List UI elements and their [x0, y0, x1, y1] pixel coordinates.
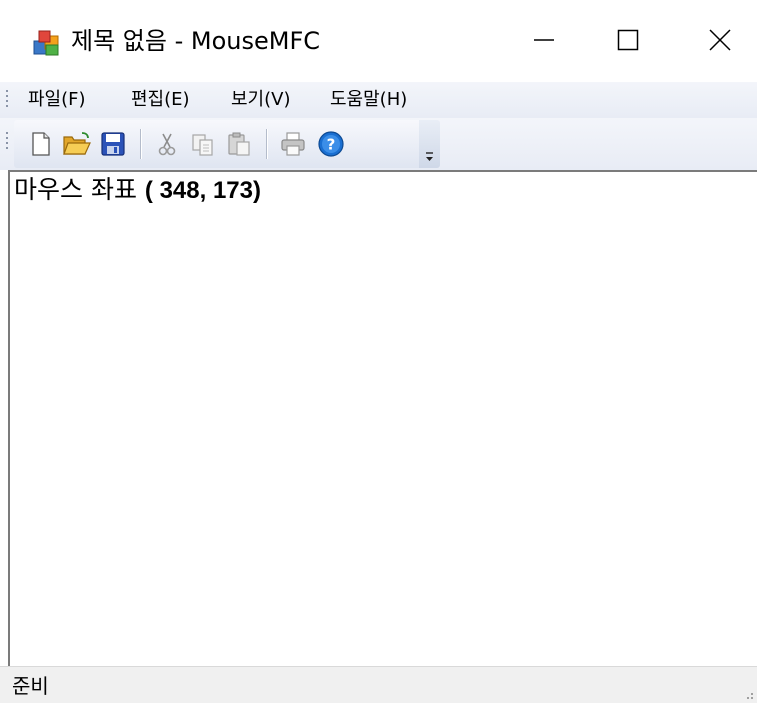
toolbar-row: ?: [0, 118, 757, 170]
maximize-button[interactable]: [598, 14, 658, 66]
mfc-app-icon: [33, 30, 59, 56]
paste-icon: [228, 132, 250, 156]
menu-bar: 파일(F) 편집(E) 보기(V) 도움말(H): [0, 82, 757, 118]
save-icon: [101, 132, 125, 156]
new-document-icon: [32, 132, 50, 156]
toolbar-separator: [140, 129, 141, 159]
cut-button[interactable]: [150, 126, 184, 162]
menu-view[interactable]: 보기(V): [231, 82, 290, 118]
print-icon: [281, 132, 305, 156]
cut-icon: [158, 133, 176, 156]
mouse-coordinate-readout: 마우스 좌표 ( 348, 173): [14, 174, 261, 207]
maximize-icon: [617, 29, 639, 51]
minimize-icon: [534, 39, 554, 41]
print-button[interactable]: [276, 126, 310, 162]
menu-help[interactable]: 도움말(H): [330, 82, 407, 118]
close-button[interactable]: [690, 14, 750, 66]
window-title: 제목 없음 - MouseMFC: [71, 27, 321, 55]
close-icon: [709, 29, 731, 51]
menu-edit[interactable]: 편집(E): [131, 82, 190, 118]
menu-file[interactable]: 파일(F): [28, 82, 86, 118]
copy-button[interactable]: [186, 126, 220, 162]
app-window: 제목 없음 - MouseMFC 파일(F) 편집(E) 보기(V) 도움말(H…: [0, 0, 757, 703]
resize-grip-icon[interactable]: [741, 687, 755, 701]
title-bar[interactable]: 제목 없음 - MouseMFC: [0, 0, 757, 82]
toolbar-separator: [266, 129, 267, 159]
help-button[interactable]: ?: [314, 126, 348, 162]
status-bar: 준비: [0, 666, 757, 703]
coord-label: 마우스 좌표: [14, 175, 137, 204]
view-area[interactable]: 마우스 좌표 ( 348, 173): [8, 170, 757, 666]
new-button[interactable]: [24, 126, 58, 162]
help-icon: ?: [318, 131, 344, 157]
standard-toolbar: ?: [14, 120, 438, 168]
menubar-grip[interactable]: [6, 90, 9, 110]
status-text: 준비: [12, 674, 49, 698]
toolbar-overflow-button[interactable]: [419, 120, 440, 168]
toolbar-grip[interactable]: [6, 132, 9, 152]
chevron-down-icon: [426, 152, 433, 161]
svg-text:?: ?: [327, 136, 336, 154]
minimize-button[interactable]: [514, 14, 574, 66]
save-button[interactable]: [96, 126, 130, 162]
copy-icon: [192, 134, 213, 156]
coord-value: ( 348, 173): [144, 177, 261, 204]
open-button[interactable]: [60, 126, 94, 162]
open-folder-icon: [63, 132, 91, 155]
paste-button[interactable]: [222, 126, 256, 162]
